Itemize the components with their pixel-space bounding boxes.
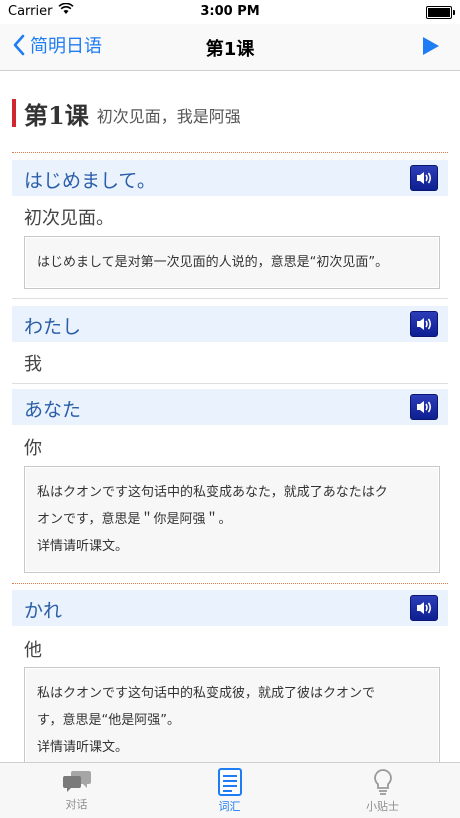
status-time: 3:00 PM xyxy=(200,4,260,19)
lesson-header: 第1课 初次见面，我是阿强 xyxy=(12,99,241,130)
note-line: オンです，意思是＂你是阿强＂。 xyxy=(37,512,232,527)
tab-bar: 对话 词汇 小贴士 xyxy=(0,762,460,818)
note-line: はじめまして是对第一次见面的人说的，意思是“初次见面”。 xyxy=(37,255,389,270)
lightbulb-icon xyxy=(373,769,392,795)
status-bar: Carrier 3:00 PM xyxy=(0,0,460,24)
tab-label: 对话 xyxy=(65,798,88,811)
note-box: はじめまして是对第一次见面的人说的，意思是“初次见面”。 xyxy=(24,236,440,289)
word-row: かれ xyxy=(12,590,448,626)
note-box: 私はクオンです这句话中的私变成彼，就成了彼はクオンで す，意思是“他是阿强”。 … xyxy=(24,667,440,763)
back-label: 简明日语 xyxy=(30,36,102,57)
word-meaning: 你 xyxy=(24,438,42,459)
speaker-button[interactable] xyxy=(410,165,438,191)
battery-icon xyxy=(426,6,455,19)
note-line: 私はクオンです这句话中的私变成あなた，就成了あなたはク xyxy=(37,485,388,500)
chevron-left-icon xyxy=(13,34,25,56)
word-text: あなた xyxy=(24,399,82,421)
section-divider xyxy=(12,152,448,153)
tab-tips[interactable]: 小贴士 xyxy=(306,768,459,816)
word-text: わたし xyxy=(24,316,82,338)
note-line: 详情请听课文。 xyxy=(37,539,129,554)
tab-dialogue[interactable]: 对话 xyxy=(0,768,153,816)
word-row: あなた xyxy=(12,389,448,425)
speaker-icon xyxy=(417,602,432,614)
tab-vocabulary[interactable]: 词汇 xyxy=(153,768,306,816)
chat-bubbles-icon xyxy=(62,771,91,792)
navigation-bar: 简明日语 第1课 xyxy=(0,24,460,71)
note-line: す，意思是“他是阿强”。 xyxy=(37,713,180,728)
entry-divider xyxy=(12,298,448,299)
lesson-accent-bar xyxy=(12,99,16,127)
speaker-button[interactable] xyxy=(410,394,438,420)
back-button[interactable]: 简明日语 xyxy=(12,32,102,58)
note-line: 详情请听课文。 xyxy=(37,740,129,755)
entry-divider xyxy=(12,383,448,384)
word-text: かれ xyxy=(24,600,63,622)
word-row: はじめまして。 xyxy=(12,160,448,196)
speaker-button[interactable] xyxy=(410,311,438,337)
word-text: はじめまして。 xyxy=(24,170,156,192)
word-meaning: 我 xyxy=(24,354,42,375)
speaker-button[interactable] xyxy=(410,595,438,621)
document-icon xyxy=(217,768,242,796)
word-meaning: 他 xyxy=(24,640,42,661)
speaker-icon xyxy=(417,401,432,413)
play-icon xyxy=(423,37,439,55)
tab-label: 词汇 xyxy=(218,800,241,813)
vocab-content[interactable]: 第1课 初次见面，我是阿强 はじめまして。 初次见面。 はじめまして是对第一次见… xyxy=(0,71,460,763)
speaker-icon xyxy=(417,318,432,330)
speaker-icon xyxy=(417,172,432,184)
note-box: 私はクオンです这句话中的私变成あなた，就成了あなたはク オンです，意思是＂你是阿… xyxy=(24,466,440,573)
word-meaning: 初次见面。 xyxy=(24,208,114,229)
play-button[interactable] xyxy=(422,36,440,60)
note-line: 私はクオンです这句话中的私变成彼，就成了彼はクオンで xyxy=(37,686,376,701)
lesson-title: 第1课 xyxy=(24,100,89,130)
word-row: わたし xyxy=(12,306,448,342)
tab-label: 小贴士 xyxy=(366,800,399,813)
lesson-subtitle: 初次见面，我是阿强 xyxy=(96,107,241,126)
section-divider xyxy=(12,583,448,584)
